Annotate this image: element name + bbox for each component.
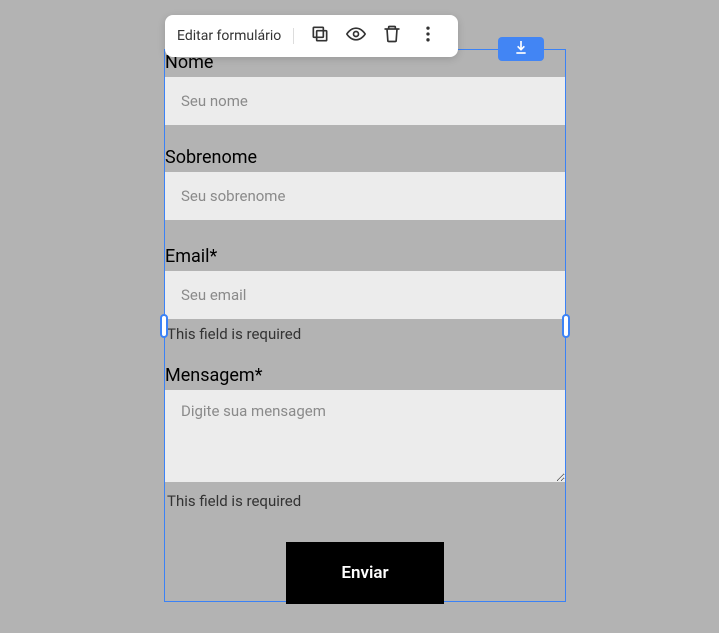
delete-button[interactable]: [374, 18, 410, 54]
label-sobrenome: Sobrenome: [165, 147, 565, 172]
resize-handle-left[interactable]: [160, 314, 168, 338]
error-mensagem: This field is required: [165, 486, 565, 510]
submit-button[interactable]: Enviar: [286, 542, 444, 604]
input-sobrenome[interactable]: [165, 172, 565, 220]
download-icon: [513, 39, 529, 59]
input-mensagem[interactable]: [165, 390, 565, 482]
resize-handle-right[interactable]: [562, 314, 570, 338]
eye-icon: [346, 24, 366, 48]
field-mensagem: Mensagem* This field is required: [165, 365, 565, 510]
input-nome[interactable]: [165, 77, 565, 125]
label-email: Email*: [165, 246, 565, 271]
copy-icon: [310, 24, 330, 48]
error-email: This field is required: [165, 319, 565, 343]
more-vertical-icon: [418, 24, 438, 48]
preview-button[interactable]: [338, 18, 374, 54]
copy-button[interactable]: [302, 18, 338, 54]
download-button[interactable]: [498, 37, 544, 61]
field-email: Email* This field is required: [165, 246, 565, 343]
label-mensagem: Mensagem*: [165, 365, 565, 390]
toolbar-title: Editar formulário: [177, 28, 294, 44]
field-sobrenome: Sobrenome: [165, 147, 565, 220]
trash-icon: [382, 24, 402, 48]
editor-toolbar: Editar formulário: [165, 15, 458, 57]
field-nome: Nome: [165, 52, 565, 125]
form-selection-frame[interactable]: Nome Sobrenome Email* This field is requ…: [164, 49, 566, 602]
more-button[interactable]: [410, 18, 446, 54]
submit-row: Enviar: [165, 542, 565, 604]
input-email[interactable]: [165, 271, 565, 319]
